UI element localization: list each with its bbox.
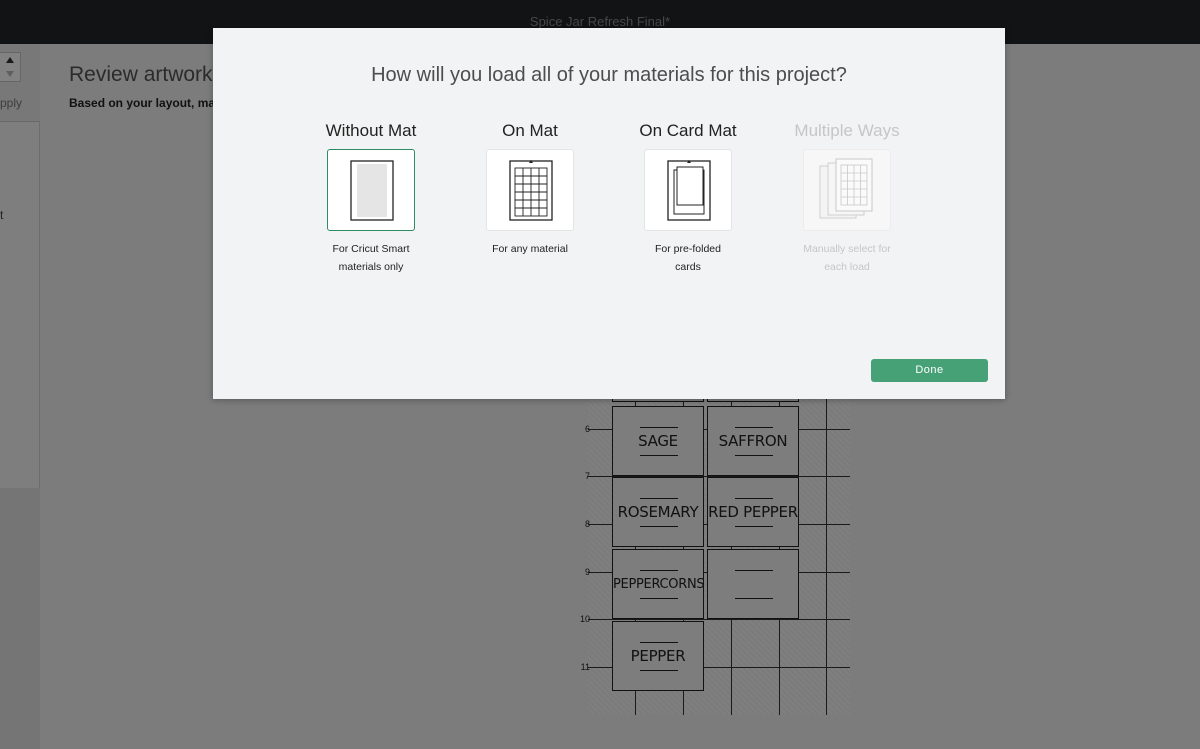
done-button[interactable]: Done — [871, 359, 988, 382]
option-on-mat[interactable]: On Mat For any material — [450, 120, 610, 258]
option-description-line: For Cricut Smart — [332, 243, 410, 255]
option-description-line: For pre-folded — [655, 243, 721, 255]
option-tile — [803, 149, 891, 231]
card-mat-icon — [667, 160, 711, 221]
option-multiple-ways: Multiple Ways Manually select for each l… — [767, 120, 927, 276]
option-name: On Mat — [502, 121, 558, 140]
option-without-mat[interactable]: Without Mat For Cricut Smart materials o… — [291, 120, 451, 276]
no-mat-icon — [350, 160, 394, 221]
option-description: For any material — [475, 240, 585, 258]
option-description: Manually select for each load — [792, 240, 902, 276]
option-description: For pre-folded cards — [633, 240, 743, 276]
option-description-line: For any material — [492, 243, 568, 255]
option-description: For Cricut Smart materials only — [316, 240, 426, 276]
option-name: On Card Mat — [639, 121, 737, 140]
option-description-line: each load — [824, 261, 870, 273]
option-tile[interactable] — [486, 149, 574, 231]
option-name: Multiple Ways — [794, 121, 900, 140]
option-on-card-mat[interactable]: On Card Mat For pre-folded cards — [608, 120, 768, 276]
option-tile[interactable] — [327, 149, 415, 231]
option-description-line: materials only — [338, 261, 404, 273]
multiple-mats-icon — [819, 158, 873, 219]
load-materials-dialog: How will you load all of your materials … — [213, 28, 1005, 399]
option-tile[interactable] — [644, 149, 732, 231]
option-name: Without Mat — [325, 121, 417, 140]
grid-mat-icon — [509, 160, 553, 221]
option-description-line: cards — [675, 261, 701, 273]
dialog-title: How will you load all of your materials … — [371, 64, 847, 86]
option-description-line: Manually select for — [803, 243, 891, 255]
